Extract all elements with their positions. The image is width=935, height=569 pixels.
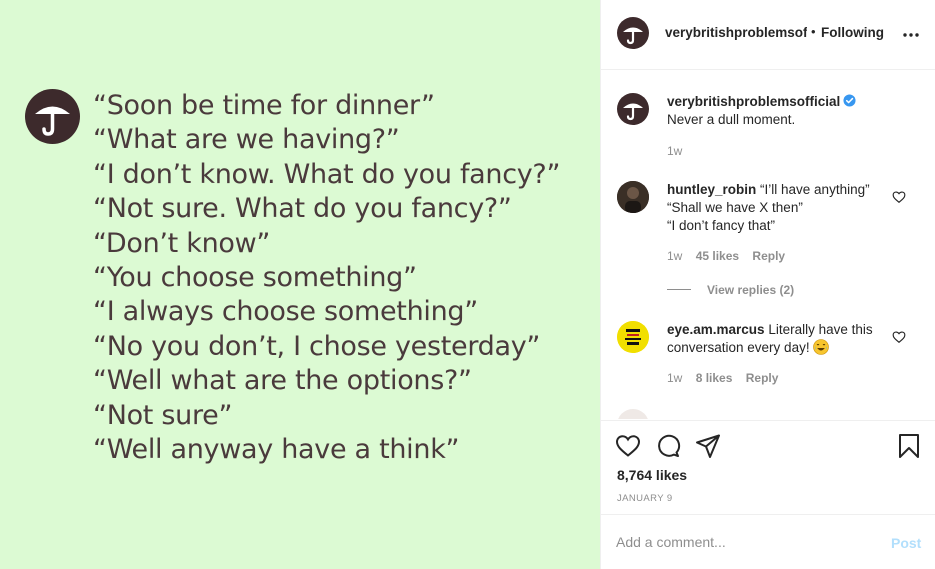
add-comment-bar: Post — [601, 514, 935, 569]
quote-line: “I always choose something” — [93, 296, 478, 328]
umbrella-logo-icon — [25, 89, 80, 144]
comment-body: huntley_robin “I’ll have anything” “Shal… — [667, 181, 892, 235]
reply-button[interactable]: Reply — [752, 249, 785, 263]
caption-body: verybritishproblemsofficial Never a dull… — [667, 93, 892, 129]
comments-list[interactable]: verybritishproblemsofficial Never a dull… — [601, 71, 935, 419]
quote-line: “No you don’t, I chose yesterday” — [93, 330, 541, 362]
quote-line: “Not sure” — [93, 399, 233, 431]
divider — [667, 289, 691, 290]
like-comment-heart-icon[interactable] — [892, 330, 906, 344]
laughing-tears-emoji-icon — [813, 339, 830, 355]
post-header: verybritishproblemsofficial • Following — [601, 0, 935, 70]
comment-meta: 1w 8 likes Reply — [667, 371, 788, 385]
quote-line: “Well what are the options?” — [93, 365, 472, 397]
header-username[interactable]: verybritishproblemsofficial — [665, 25, 807, 40]
like-comment-heart-icon[interactable] — [892, 190, 906, 204]
comment-meta: 1w 45 likes Reply — [667, 249, 795, 263]
comment-likes[interactable]: 8 likes — [696, 371, 733, 385]
post-comment-button[interactable]: Post — [891, 535, 921, 551]
view-replies-label: View replies (2) — [707, 283, 795, 297]
quote-line: “Don’t know” — [93, 227, 271, 259]
like-heart-icon[interactable] — [615, 433, 641, 459]
comment-username[interactable]: eye.am.marcus — [667, 322, 765, 337]
avatar[interactable] — [617, 321, 649, 353]
comment-body: eye.am.marcus Literally have this conver… — [667, 321, 892, 357]
quote-line: “Well anyway have a think” — [93, 434, 460, 466]
verified-badge-icon — [843, 94, 856, 107]
reply-button[interactable]: Reply — [746, 371, 779, 385]
separator-dot: • — [811, 24, 816, 39]
quote-text: “Soon be time for dinner” “What are we h… — [93, 89, 560, 467]
quote-line: “Not sure. What do you fancy?” — [93, 193, 512, 225]
comment-line: “I don’t fancy that” — [667, 218, 776, 233]
view-replies-button[interactable]: View replies (2) — [667, 283, 794, 297]
caption-meta: 1w — [667, 144, 692, 158]
action-bar: 8,764 likes JANUARY 9 — [601, 420, 935, 514]
caption-time[interactable]: 1w — [667, 144, 682, 158]
share-send-icon[interactable] — [695, 433, 721, 459]
bookmark-save-icon[interactable] — [896, 433, 922, 459]
comment-bubble-icon[interactable] — [655, 433, 681, 459]
post-side-panel: verybritishproblemsofficial • Following … — [600, 0, 935, 569]
comment-time[interactable]: 1w — [667, 371, 682, 385]
likes-count[interactable]: 8,764 likes — [617, 467, 687, 483]
post-image[interactable]: “Soon be time for dinner” “What are we h… — [0, 0, 600, 569]
comment-likes[interactable]: 45 likes — [696, 249, 739, 263]
comment-time[interactable]: 1w — [667, 249, 682, 263]
caption-username[interactable]: verybritishproblemsofficial — [667, 94, 840, 109]
quote-line: “You choose something” — [93, 262, 417, 294]
following-button[interactable]: Following — [821, 25, 884, 40]
post-date[interactable]: JANUARY 9 — [617, 493, 673, 504]
quote-line: “I don’t know. What do you fancy?” — [93, 158, 561, 190]
avatar[interactable] — [617, 93, 649, 125]
caption-text: Never a dull moment. — [667, 112, 796, 127]
avatar[interactable] — [617, 17, 649, 49]
comment-line: “Shall we have X then” — [667, 200, 803, 215]
comment-username[interactable]: huntley_robin — [667, 182, 756, 197]
avatar[interactable] — [617, 181, 649, 213]
more-options-icon[interactable] — [903, 27, 919, 43]
avatar[interactable] — [617, 409, 649, 419]
quote-line: “Soon be time for dinner” — [93, 90, 435, 121]
comment-line: “I’ll have anything” — [760, 182, 870, 197]
add-comment-input[interactable] — [616, 531, 866, 553]
quote-line: “What are we having?” — [93, 124, 400, 156]
